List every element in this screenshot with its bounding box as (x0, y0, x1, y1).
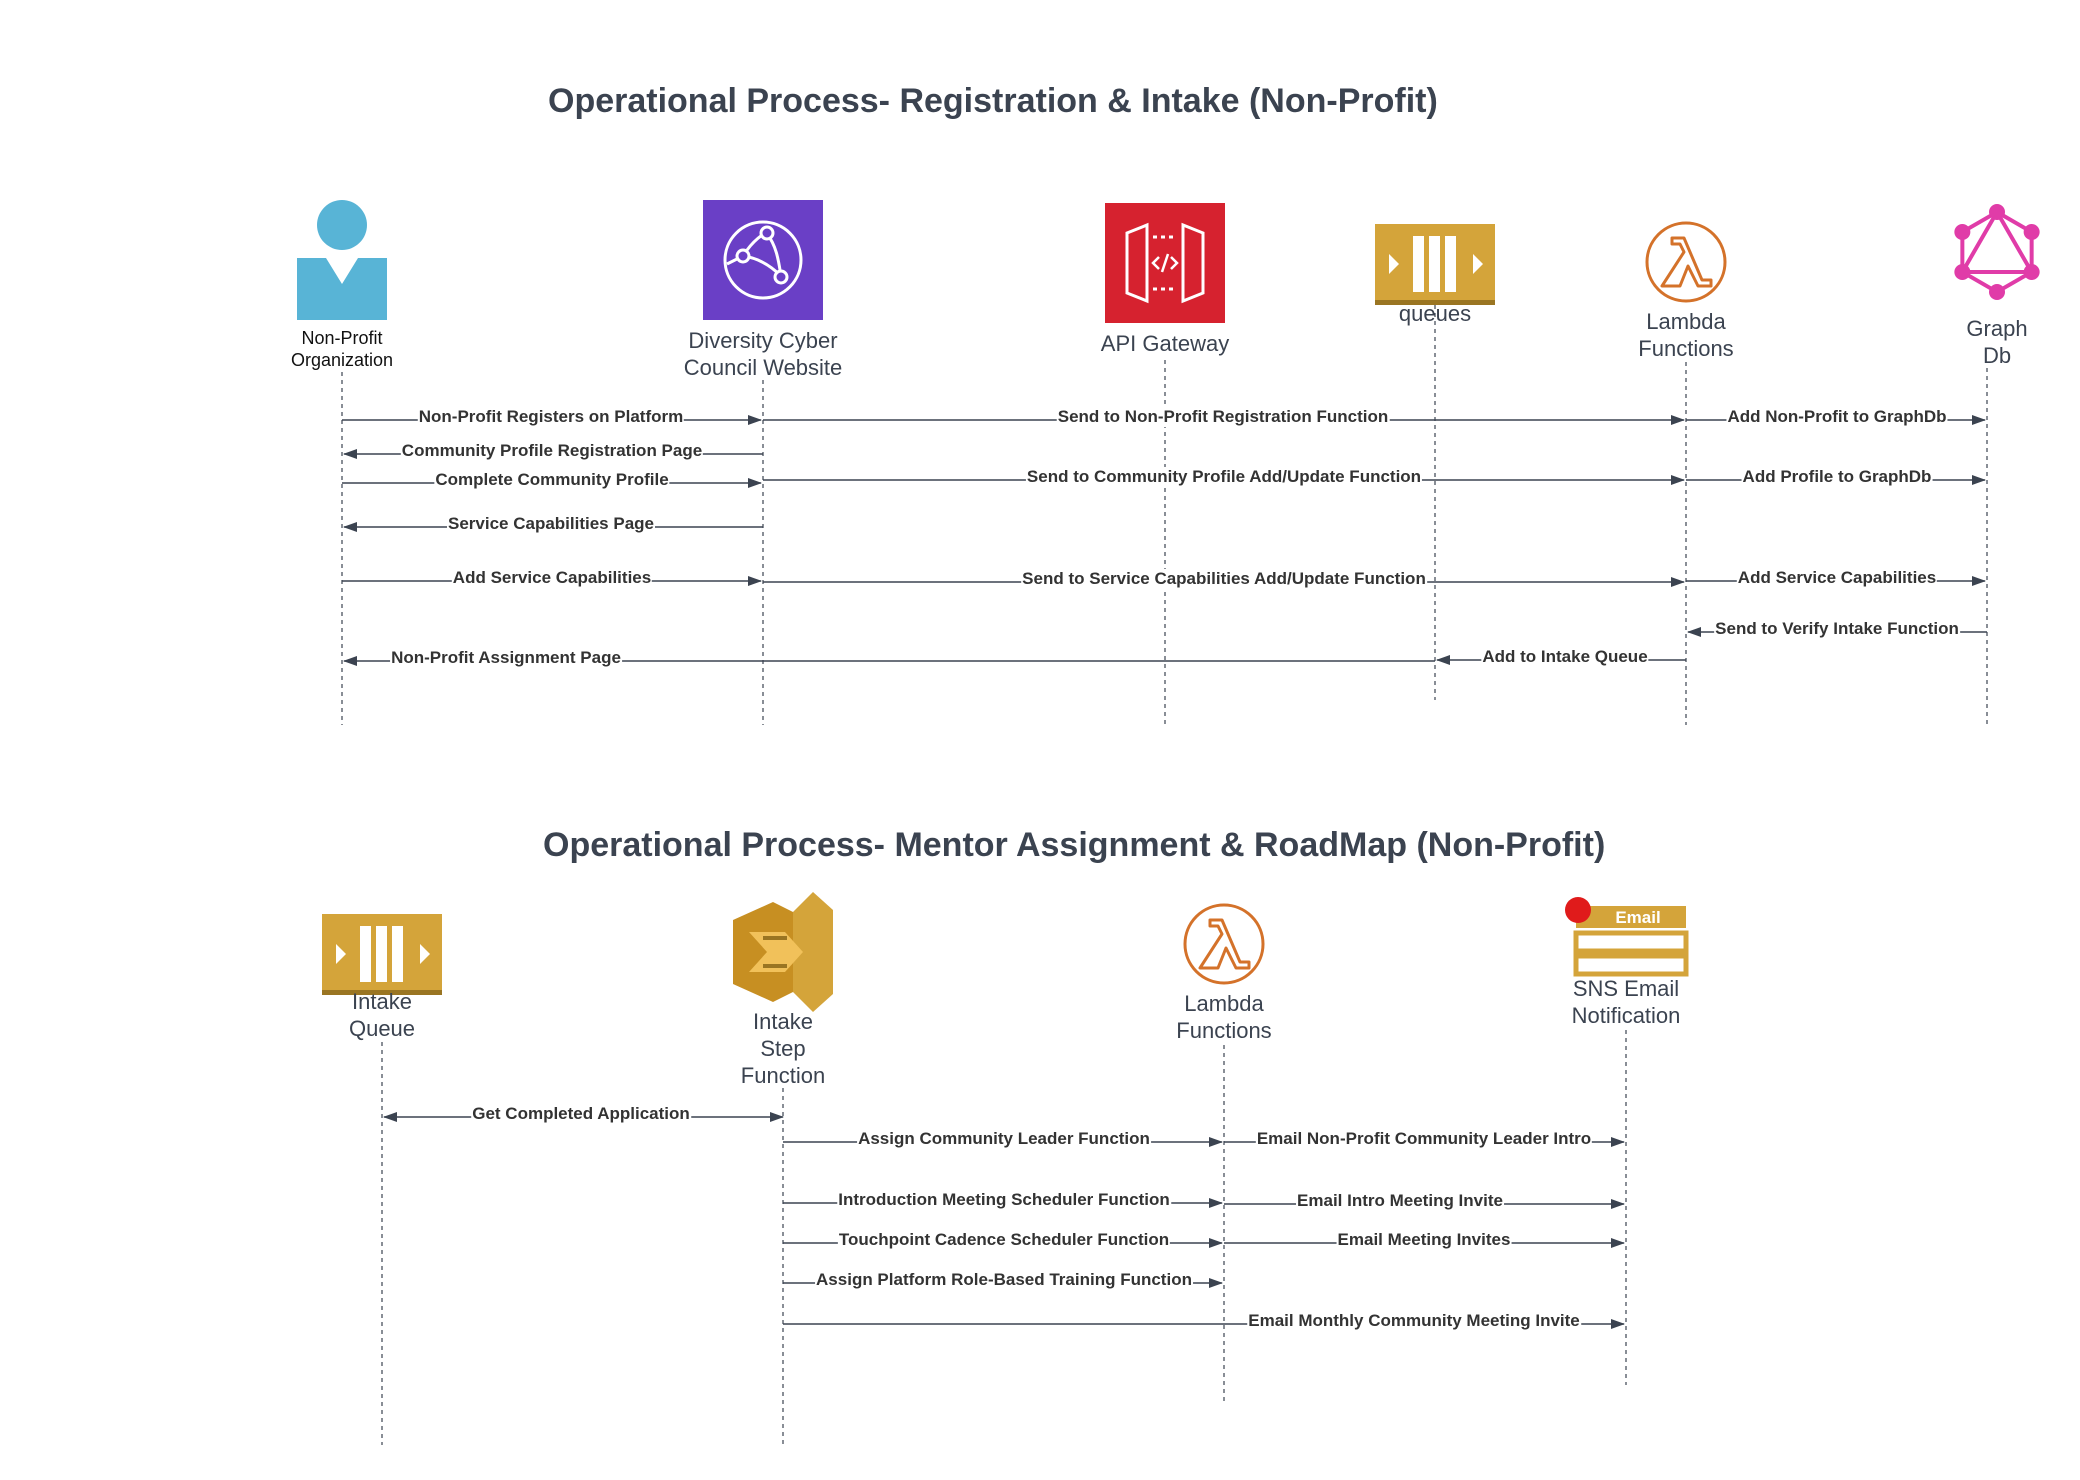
actor-label-line: Functions (1638, 336, 1734, 361)
message-label: Email Intro Meeting Invite (1296, 1191, 1504, 1211)
message-label: Get Completed Application (471, 1104, 691, 1124)
message-label: Add Service Capabilities (1736, 568, 1938, 588)
actor-label-sf: Intake Step Function (741, 1008, 825, 1089)
message-label: Complete Community Profile (434, 470, 670, 490)
message-label: Send to Verify Intake Function (1714, 619, 1960, 639)
actor-label-q: queues (1399, 300, 1471, 327)
actor-label-line: Intake (352, 989, 412, 1014)
message-label: Send to Non-Profit Registration Function (1056, 407, 1390, 427)
actor-label-line: Intake (753, 1009, 813, 1034)
message-label: Add Service Capabilities (451, 568, 653, 588)
message-label: Community Profile Registration Page (400, 441, 704, 461)
actor-label-line: API Gateway (1100, 331, 1230, 356)
message-label: Service Capabilities Page (447, 514, 655, 534)
message-label: Add to Intake Queue (1481, 647, 1649, 667)
step-functions-icon (733, 892, 833, 1012)
actor-label-line: Queue (348, 1016, 416, 1041)
actor-label-line: Organization (290, 350, 394, 370)
message-label: Email Non-Profit Community Leader Intro (1255, 1129, 1593, 1149)
actor-label-iq: Intake Queue (349, 988, 415, 1042)
sqs-queue-icon (322, 914, 442, 995)
actor-label-line: Council Website (683, 355, 843, 380)
actor-label-line: Function (740, 1063, 826, 1088)
message-label: Email Monthly Community Meeting Invite (1247, 1311, 1581, 1331)
actor-label-line: Db (1982, 343, 2012, 368)
message-label: Add Non-Profit to GraphDb (1726, 407, 1948, 427)
actor-label-np: Non-Profit Organization (291, 327, 393, 371)
lambda-icon (1183, 903, 1265, 985)
message-label: Touchpoint Cadence Scheduler Function (837, 1230, 1171, 1250)
graphql-icon (1954, 204, 2040, 300)
actor-label-line: Lambda (1646, 309, 1726, 334)
actor-label-sns: SNS Email Notification (1572, 975, 1681, 1029)
message-label: Send to Community Profile Add/Update Fun… (1025, 467, 1423, 487)
message-label: Non-Profit Assignment Page (390, 648, 622, 668)
actor-label-line: Functions (1176, 1018, 1272, 1043)
message-label: Non-Profit Registers on Platform (417, 407, 685, 427)
actor-label-lam2: Lambda Functions (1176, 990, 1271, 1044)
actor-label-line: Diversity Cyber (688, 328, 838, 353)
person-icon (297, 200, 387, 320)
message-label: Send to Service Capabilities Add/Update … (1021, 569, 1427, 589)
cloudfront-icon (703, 200, 823, 320)
sequence-diagram: Email (297, 200, 2040, 1445)
actor-label-api: API Gateway (1101, 330, 1229, 357)
api-gateway-icon (1105, 203, 1225, 323)
message-label: Add Profile to GraphDb (1741, 467, 1933, 487)
actor-label-line: queues (1398, 301, 1472, 326)
actor-label-line: Lambda (1184, 991, 1264, 1016)
lambda-icon (1645, 221, 1727, 303)
email-icon-text: Email (1615, 908, 1660, 927)
actor-label-web: Diversity Cyber Council Website (684, 327, 843, 381)
actor-label-gdb: Graph Db (1966, 315, 2027, 369)
actor-label-line: SNS Email (1572, 976, 1680, 1001)
actor-label-line: Non-Profit (301, 328, 383, 348)
actor-label-line: Notification (1571, 1003, 1681, 1028)
message-label: Introduction Meeting Scheduler Function (837, 1190, 1171, 1210)
message-label: Assign Community Leader Function (857, 1129, 1151, 1149)
actor-label-lam: Lambda Functions (1638, 308, 1733, 362)
sns-email-icon: Email (1565, 897, 1689, 977)
sqs-queue-icon (1375, 224, 1495, 305)
message-label: Email Meeting Invites (1336, 1230, 1512, 1250)
actor-label-line: Graph (1966, 316, 2028, 341)
message-label: Assign Platform Role-Based Training Func… (815, 1270, 1193, 1290)
diagram-canvas: Operational Process- Registration & Inta… (0, 0, 2080, 1480)
actor-label-line: Step (760, 1036, 806, 1061)
